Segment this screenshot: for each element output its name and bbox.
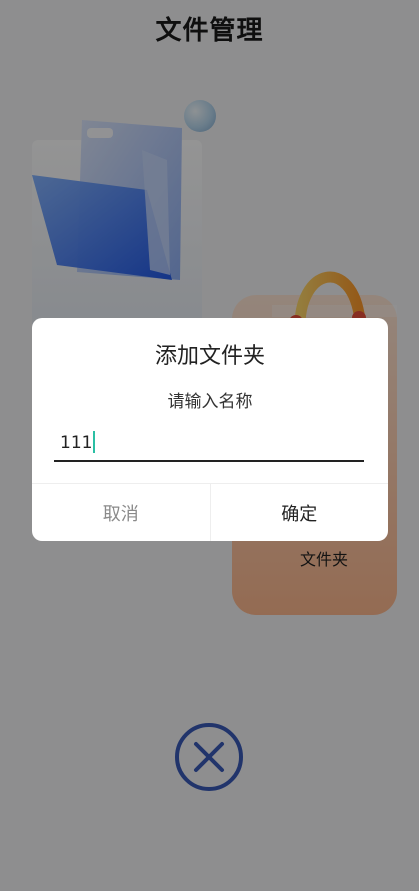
folder-name-input-value: 111	[60, 431, 96, 453]
cancel-button[interactable]: 取消	[32, 484, 211, 541]
confirm-button[interactable]: 确定	[211, 484, 389, 541]
folder-name-input[interactable]: 111	[54, 424, 364, 462]
dialog-button-row: 取消 确定	[32, 483, 388, 541]
dialog-subtitle: 请输入名称	[167, 392, 253, 412]
text-caret	[93, 431, 96, 453]
dialog-title: 添加文件夹	[154, 344, 265, 369]
file-manager-screen: 文件管理 文件夹 添加文件夹 请输入名称 111 取消 确定	[0, 0, 419, 891]
add-folder-dialog: 添加文件夹 请输入名称 111 取消 确定	[32, 318, 388, 541]
